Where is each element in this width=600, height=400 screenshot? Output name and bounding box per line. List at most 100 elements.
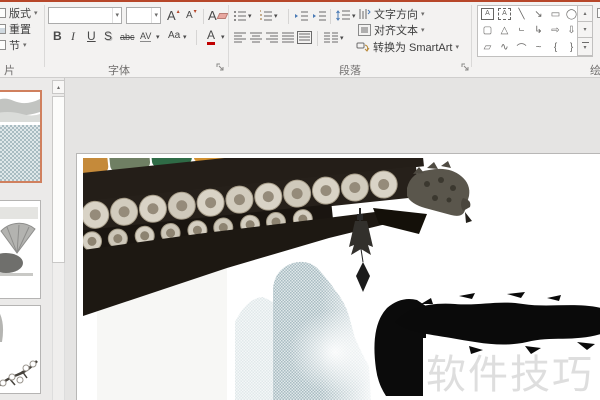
thumbnail-3-plum-branch bbox=[0, 313, 38, 387]
thumbnail-scrollbar-thumb[interactable] bbox=[52, 96, 65, 263]
text-shadow-button[interactable]: S bbox=[104, 29, 112, 43]
clear-formatting-button[interactable]: A bbox=[208, 8, 229, 23]
slide-thumbnail-3[interactable] bbox=[0, 305, 41, 394]
line-spacing-arrow-icon[interactable]: ▾ bbox=[352, 13, 356, 20]
vertical-text-box-shape-icon[interactable]: A bbox=[496, 6, 513, 22]
elbow-connector-shape-icon[interactable]: ⌐ bbox=[513, 22, 530, 38]
chevron-down-icon: ▾ bbox=[23, 41, 27, 49]
reset-label: 重置 bbox=[9, 24, 31, 36]
bold-button[interactable]: B bbox=[53, 29, 62, 43]
slide-thumbnail-2[interactable] bbox=[0, 200, 41, 299]
align-right-button[interactable] bbox=[266, 32, 279, 43]
roof-step-shadow bbox=[373, 208, 427, 234]
chevron-down-icon: ▾ bbox=[421, 10, 425, 18]
paragraph-group-label: 段落 bbox=[339, 65, 361, 77]
font-dialog-launcher[interactable] bbox=[216, 63, 225, 72]
change-case-arrow-icon[interactable]: ▾ bbox=[183, 34, 187, 41]
grow-font-button[interactable]: A ▴ bbox=[167, 8, 180, 23]
columns-button[interactable] bbox=[324, 32, 338, 43]
freeform-shape-icon[interactable]: ▱ bbox=[479, 39, 496, 55]
shrink-font-caret-icon: ▾ bbox=[193, 9, 197, 15]
numbering-arrow-icon[interactable]: ▾ bbox=[274, 13, 278, 20]
chevron-down-icon: ▾ bbox=[455, 43, 459, 51]
bullets-arrow-icon[interactable]: ▾ bbox=[248, 13, 252, 20]
thumbnail-scroll-up-button[interactable]: ▴ bbox=[52, 80, 65, 94]
align-left-button[interactable] bbox=[234, 32, 247, 43]
font-color-arrow-icon[interactable]: ▾ bbox=[221, 34, 225, 41]
thumbnail-1-texture bbox=[0, 125, 40, 181]
powerpoint-window: 版式 ▾ 重置 节 ▾ 片 ▾ ▾ A ▴ A ▾ A B I U S abc … bbox=[0, 0, 600, 400]
arrow-shape-icon[interactable]: ↘ bbox=[530, 6, 547, 22]
rounded-rectangle-shape-icon[interactable]: ▢ bbox=[479, 22, 496, 38]
layout-label: 版式 bbox=[9, 8, 31, 20]
text-direction-label: 文字方向 bbox=[374, 9, 418, 21]
section-button[interactable]: 节 ▾ bbox=[0, 37, 27, 53]
character-spacing-button[interactable]: AV bbox=[140, 31, 152, 42]
thumbnail-1-mountains bbox=[0, 98, 40, 122]
triangle-shape-icon[interactable]: △ bbox=[496, 22, 513, 38]
slide-canvas: 软件技巧 bbox=[66, 78, 600, 400]
text-box-shape-icon[interactable]: A bbox=[479, 6, 496, 22]
divider bbox=[196, 30, 197, 45]
layout-icon bbox=[0, 8, 6, 18]
reset-button[interactable]: 重置 bbox=[0, 21, 31, 37]
font-name-combobox[interactable]: ▾ bbox=[48, 7, 122, 24]
slide-caption-text[interactable]: 软件技巧 bbox=[426, 354, 594, 396]
group-divider bbox=[44, 5, 45, 67]
strikethrough-button[interactable]: abc bbox=[120, 32, 135, 42]
chevron-down-icon[interactable]: ▾ bbox=[151, 8, 160, 23]
justify-button[interactable] bbox=[282, 32, 295, 43]
chevron-down-icon: ▾ bbox=[421, 26, 425, 34]
shapes-gallery: A A ╲ ↘ ▭ ◯ ▢ △ ⌐ ↳ ⇨ ⇩ ▱ ∿ ⌒ ~ { } ▴ ▾ … bbox=[477, 5, 593, 57]
line-spacing-button[interactable] bbox=[336, 9, 351, 22]
convert-to-smartart-button[interactable]: 转换为 SmartArt ▾ bbox=[356, 39, 459, 55]
layout-button[interactable]: 版式 ▾ bbox=[0, 5, 38, 21]
slide-editing-surface[interactable]: 软件技巧 bbox=[76, 153, 600, 400]
columns-arrow-icon[interactable]: ▾ bbox=[340, 35, 344, 42]
left-brace-shape-icon[interactable]: { bbox=[547, 39, 564, 55]
section-icon bbox=[0, 40, 6, 50]
slides-group-label: 片 bbox=[4, 65, 15, 77]
increase-indent-button[interactable] bbox=[312, 10, 327, 22]
arc-shape-icon[interactable]: ⌒ bbox=[513, 39, 530, 55]
grow-font-caret-icon: ▴ bbox=[176, 9, 180, 15]
smartart-label: 转换为 SmartArt bbox=[373, 42, 453, 54]
change-case-button[interactable]: Aa bbox=[168, 30, 180, 41]
eraser-icon bbox=[216, 12, 229, 19]
italic-button[interactable]: I bbox=[71, 29, 75, 44]
text-direction-button[interactable]: 文字方向 ▾ bbox=[358, 6, 425, 22]
bullets-button[interactable] bbox=[233, 10, 247, 22]
align-text-button[interactable]: 对齐文本 ▾ bbox=[358, 22, 425, 38]
character-spacing-arrow-icon[interactable]: ▾ bbox=[156, 34, 160, 41]
elbow-arrow-shape-icon[interactable]: ↳ bbox=[530, 22, 547, 38]
divider bbox=[330, 9, 331, 24]
curve-shape-icon[interactable]: ~ bbox=[530, 39, 547, 55]
distribute-text-button[interactable] bbox=[297, 31, 312, 44]
gallery-scroll-down-button[interactable]: ▾ bbox=[577, 22, 592, 38]
scribble-shape-icon[interactable]: ∿ bbox=[496, 39, 513, 55]
gallery-scroll-up-button[interactable]: ▴ bbox=[577, 6, 592, 22]
font-group-label: 字体 bbox=[108, 65, 130, 77]
align-center-button[interactable] bbox=[250, 32, 263, 43]
ribbon: 版式 ▾ 重置 节 ▾ 片 ▾ ▾ A ▴ A ▾ A B I U S abc … bbox=[0, 0, 600, 78]
font-size-combobox[interactable]: ▾ bbox=[126, 7, 161, 24]
chevron-down-icon: ▾ bbox=[34, 9, 38, 17]
thumbnail-scrollbar-track[interactable] bbox=[52, 263, 65, 400]
font-color-button[interactable]: A bbox=[207, 29, 216, 45]
divider bbox=[317, 31, 318, 46]
line-shape-icon[interactable]: ╲ bbox=[513, 6, 530, 22]
right-arrow-shape-icon[interactable]: ⇨ bbox=[547, 22, 564, 38]
chevron-down-icon[interactable]: ▾ bbox=[112, 8, 121, 23]
rectangle-shape-icon[interactable]: ▭ bbox=[547, 6, 564, 22]
divider bbox=[203, 9, 204, 24]
content-area: ▴ 软件技巧 bbox=[0, 78, 600, 400]
decrease-indent-button[interactable] bbox=[294, 10, 309, 22]
accent-line bbox=[0, 0, 600, 2]
gallery-more-button[interactable]: ▾ bbox=[577, 38, 592, 56]
slide-thumbnail-1-selected[interactable] bbox=[0, 90, 42, 183]
numbering-button[interactable] bbox=[259, 10, 273, 22]
paragraph-dialog-launcher[interactable] bbox=[461, 63, 470, 72]
underline-button[interactable]: U bbox=[87, 29, 96, 43]
shrink-font-button[interactable]: A ▾ bbox=[186, 9, 197, 21]
group-divider bbox=[471, 5, 472, 67]
